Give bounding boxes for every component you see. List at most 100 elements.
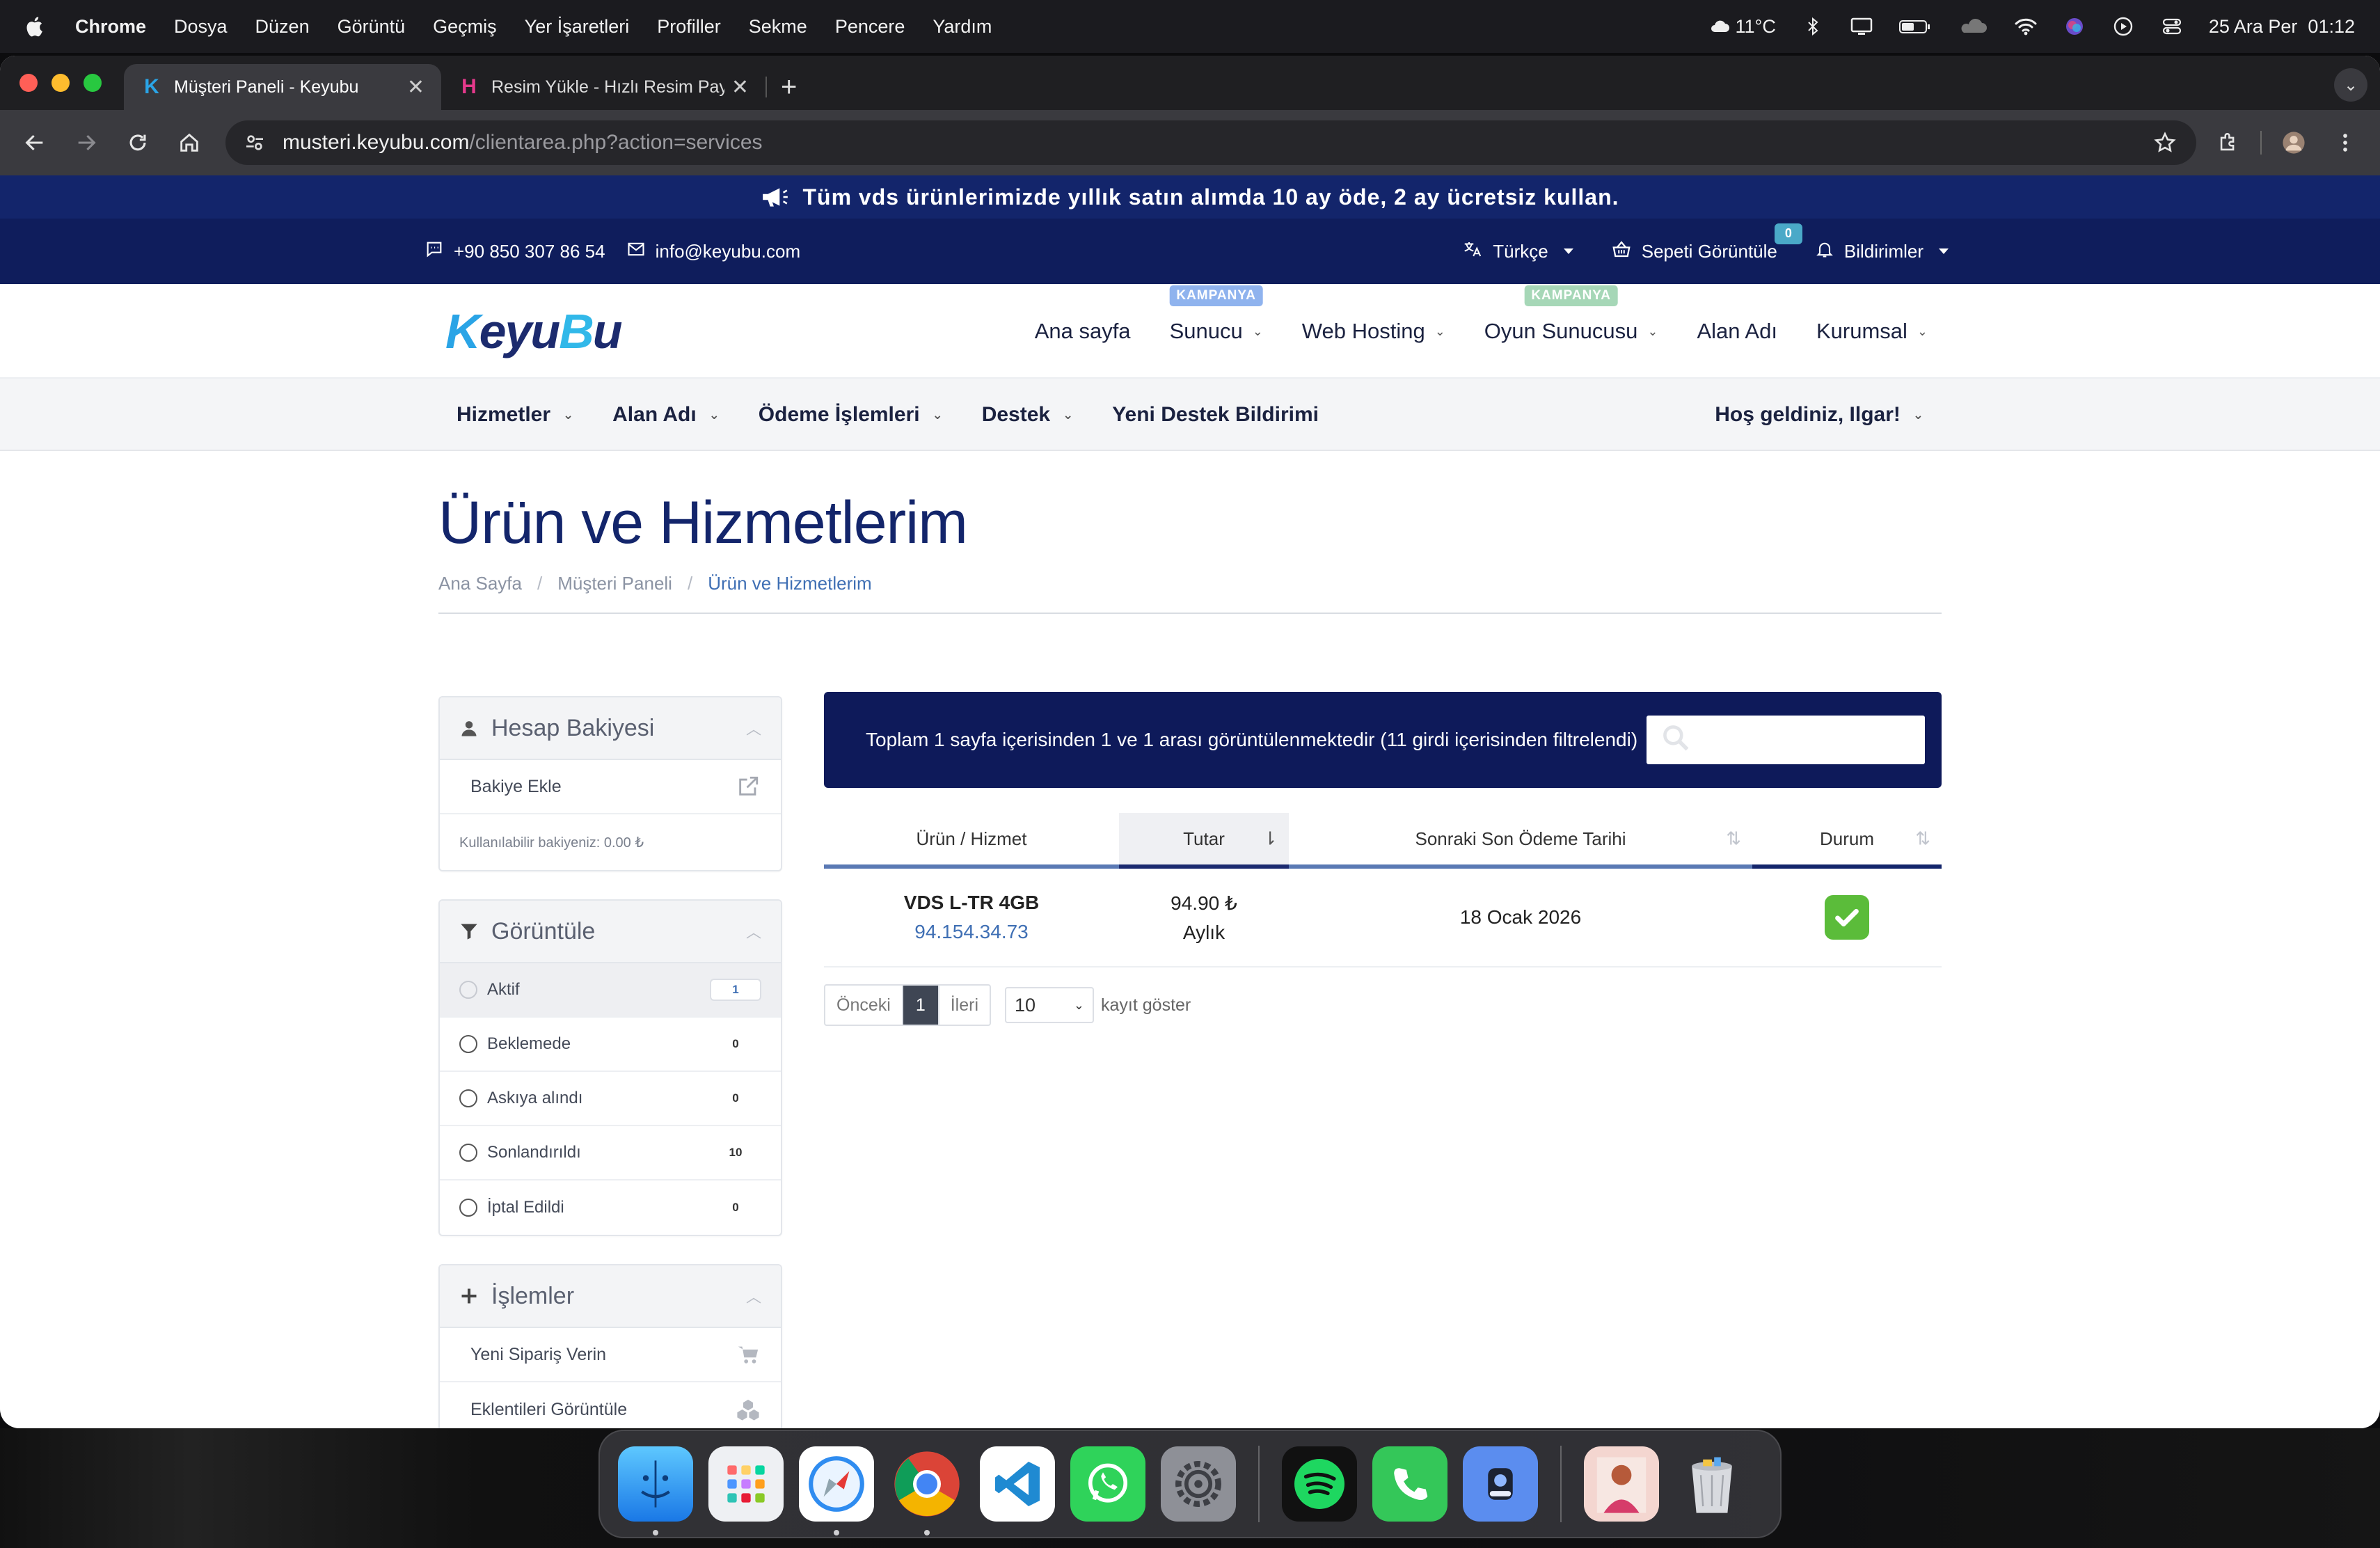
- column-status[interactable]: Durum ⇅: [1752, 813, 1942, 869]
- menu-view[interactable]: Görüntü: [338, 16, 406, 38]
- subnav-support[interactable]: Destek ⌄: [982, 403, 1074, 427]
- safari-icon[interactable]: [799, 1446, 874, 1535]
- breadcrumb-client-area[interactable]: Müşteri Paneli: [557, 573, 672, 594]
- add-balance-link[interactable]: Bakiye Ekle: [440, 760, 781, 814]
- tab-search-icon[interactable]: ⌄: [2334, 68, 2367, 102]
- whatsapp-icon[interactable]: [1070, 1446, 1145, 1522]
- subnav-new-ticket[interactable]: Yeni Destek Bildirimi: [1112, 403, 1319, 427]
- battery-icon[interactable]: [1898, 16, 1932, 37]
- home-icon[interactable]: [170, 123, 209, 162]
- email-link[interactable]: info@keyubu.com: [626, 239, 800, 264]
- maximize-window-button[interactable]: [84, 74, 102, 92]
- privacy-app-icon[interactable]: [1463, 1446, 1538, 1522]
- table-search-input[interactable]: [1647, 716, 1925, 764]
- subnav-services[interactable]: Hizmetler ⌄: [457, 403, 573, 427]
- filter-cancelled[interactable]: İptal Edildi 0: [440, 1180, 781, 1235]
- bluetooth-icon[interactable]: [1801, 16, 1825, 37]
- menu-profiles[interactable]: Profiller: [657, 16, 721, 38]
- filter-active[interactable]: Aktif 1: [440, 963, 781, 1018]
- keyubu-logo[interactable]: Keyu Bu: [445, 299, 623, 363]
- table-row[interactable]: VDS L-TR 4GB 94.154.34.73 94.90 ₺ Aylık …: [824, 869, 1942, 968]
- next-page-button[interactable]: İleri: [939, 986, 990, 1025]
- finder-icon[interactable]: [618, 1446, 693, 1535]
- filter-terminated[interactable]: Sonlandırıldı 10: [440, 1126, 781, 1180]
- new-order-link[interactable]: Yeni Sipariş Verin: [440, 1328, 781, 1382]
- panel-header[interactable]: İşlemler ︿: [440, 1265, 781, 1328]
- service-ip[interactable]: 94.154.34.73: [914, 921, 1029, 943]
- radio-button[interactable]: [459, 1089, 477, 1107]
- minimize-window-button[interactable]: [51, 74, 70, 92]
- user-menu[interactable]: Hoş geldiniz, Ilgar! ⌄: [1715, 379, 1923, 451]
- nav-server[interactable]: KAMPANYA Sunucu ⌄: [1169, 285, 1263, 344]
- language-dropdown[interactable]: Türkçe: [1462, 239, 1573, 264]
- close-window-button[interactable]: [19, 74, 38, 92]
- nav-web-hosting[interactable]: Web Hosting ⌄: [1302, 319, 1445, 344]
- cloud-sync-icon[interactable]: [1957, 16, 1989, 37]
- profile-avatar[interactable]: [2274, 123, 2313, 162]
- siri-icon[interactable]: [2063, 16, 2086, 37]
- now-playing-icon[interactable]: [2111, 16, 2135, 37]
- nav-corporate[interactable]: Kurumsal ⌄: [1816, 319, 1928, 344]
- control-center-icon[interactable]: [2160, 16, 2184, 37]
- reload-icon[interactable]: [118, 123, 157, 162]
- bookmark-star-icon[interactable]: [2153, 130, 2178, 155]
- chrome-icon[interactable]: [889, 1446, 965, 1535]
- menu-window[interactable]: Pencere: [835, 16, 905, 38]
- close-tab-icon[interactable]: ✕: [731, 75, 749, 100]
- chevron-up-icon[interactable]: ︿: [746, 920, 761, 942]
- tab-inactive[interactable]: H Resim Yükle - Hızlı Resim Pay ✕: [441, 64, 765, 110]
- vscode-icon[interactable]: [980, 1446, 1055, 1522]
- radio-button[interactable]: [459, 981, 477, 999]
- column-product[interactable]: Ürün / Hizmet: [824, 813, 1119, 869]
- chrome-menu-icon[interactable]: [2326, 123, 2365, 162]
- view-cart-link[interactable]: Sepeti Görüntüle 0: [1611, 223, 1802, 264]
- radio-button[interactable]: [459, 1199, 477, 1217]
- phone-app-icon[interactable]: [1372, 1446, 1447, 1522]
- filter-suspended[interactable]: Askıya alındı 0: [440, 1072, 781, 1126]
- menu-clock[interactable]: 25 Ara Per 01:12: [2209, 16, 2355, 38]
- system-settings-icon[interactable]: [1161, 1446, 1236, 1522]
- wifi-icon[interactable]: [2014, 16, 2038, 37]
- panel-header[interactable]: Hesap Bakiyesi ︿: [440, 697, 781, 760]
- menu-edit[interactable]: Düzen: [255, 16, 310, 38]
- page-size-select[interactable]: 10 ⌄: [1005, 987, 1095, 1023]
- notifications-dropdown[interactable]: Bildirimler: [1815, 239, 1949, 264]
- subnav-billing[interactable]: Ödeme İşlemleri ⌄: [759, 403, 943, 427]
- trash-icon[interactable]: [1674, 1446, 1750, 1522]
- breadcrumb-home[interactable]: Ana Sayfa: [438, 573, 522, 594]
- menu-file[interactable]: Dosya: [174, 16, 228, 38]
- photo-stack-icon[interactable]: [1584, 1446, 1659, 1522]
- site-settings-icon[interactable]: [244, 130, 269, 155]
- subnav-domains[interactable]: Alan Adı ⌄: [612, 403, 720, 427]
- radio-button[interactable]: [459, 1144, 477, 1162]
- tab-active[interactable]: K Müşteri Paneli - Keyubu ✕: [124, 64, 441, 110]
- apple-menu-icon[interactable]: [25, 15, 45, 38]
- column-due-date[interactable]: Sonraki Son Ödeme Tarihi ⇅: [1289, 813, 1752, 869]
- phone-link[interactable]: +90 850 307 86 54: [425, 239, 605, 264]
- chevron-up-icon[interactable]: ︿: [746, 717, 761, 739]
- back-icon[interactable]: [15, 123, 54, 162]
- address-bar[interactable]: musteri.keyubu.com/clientarea.php?action…: [225, 120, 2196, 165]
- menu-help[interactable]: Yardım: [933, 16, 992, 38]
- spotify-icon[interactable]: [1282, 1446, 1357, 1522]
- launchpad-icon[interactable]: [708, 1446, 784, 1522]
- view-addons-link[interactable]: Eklentileri Görüntüle: [440, 1382, 781, 1428]
- extensions-icon[interactable]: [2209, 123, 2248, 162]
- close-tab-icon[interactable]: ✕: [407, 75, 425, 100]
- menu-tab[interactable]: Sekme: [749, 16, 807, 38]
- display-icon[interactable]: [1850, 16, 1873, 37]
- chevron-up-icon[interactable]: ︿: [746, 1285, 761, 1307]
- column-amount[interactable]: Tutar ⇂: [1119, 813, 1289, 869]
- weather-widget[interactable]: 11°C: [1709, 16, 1776, 38]
- filter-pending[interactable]: Beklemede 0: [440, 1018, 781, 1072]
- promo-banner[interactable]: Tüm vds ürünlerimizde yıllık satın alımd…: [0, 175, 2380, 219]
- menu-bookmarks[interactable]: Yer İşaretleri: [525, 16, 630, 38]
- nav-game-server[interactable]: KAMPANYA Oyun Sunucusu ⌄: [1484, 285, 1658, 344]
- new-tab-button[interactable]: +: [781, 64, 797, 110]
- menu-history[interactable]: Geçmiş: [433, 16, 497, 38]
- forward-icon[interactable]: [67, 123, 106, 162]
- menu-app-name[interactable]: Chrome: [75, 16, 146, 38]
- panel-header[interactable]: Görüntüle ︿: [440, 901, 781, 963]
- previous-page-button[interactable]: Önceki: [825, 986, 903, 1025]
- nav-domain[interactable]: Alan Adı: [1697, 319, 1777, 344]
